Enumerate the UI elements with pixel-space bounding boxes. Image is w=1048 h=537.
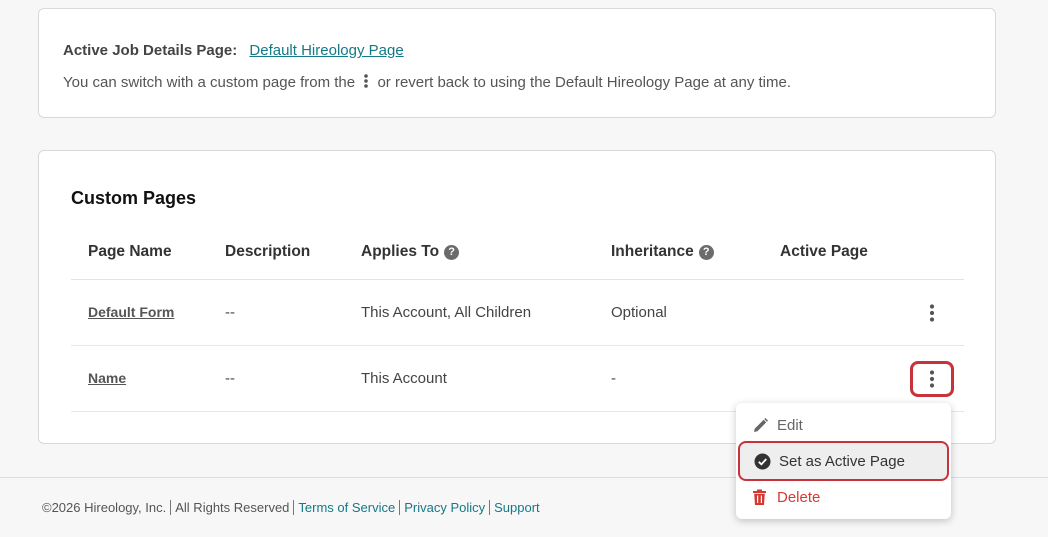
support-link[interactable]: Support bbox=[494, 500, 540, 515]
menu-item-edit[interactable]: Edit bbox=[736, 407, 951, 443]
vertical-ellipsis-icon bbox=[929, 304, 935, 322]
active-page-card: Active Job Details Page: Default Hireolo… bbox=[38, 8, 996, 118]
vertical-ellipsis-icon bbox=[929, 370, 935, 388]
page-name-link[interactable]: Default Form bbox=[88, 304, 174, 320]
hint-text-before: You can switch with a custom page from t… bbox=[63, 74, 356, 91]
applies-to-cell: This Account, All Children bbox=[361, 304, 532, 321]
menu-item-delete[interactable]: Delete bbox=[736, 479, 951, 515]
column-header-active-page: Active Page bbox=[780, 243, 868, 260]
hint-text-after: or revert back to using the Default Hire… bbox=[377, 74, 792, 91]
menu-item-set-active[interactable]: Set as Active Page bbox=[738, 441, 949, 481]
applies-to-cell: This Account bbox=[361, 370, 447, 387]
privacy-link[interactable]: Privacy Policy bbox=[404, 500, 485, 515]
pencil-icon bbox=[752, 417, 769, 434]
custom-pages-card: Custom Pages Page Name Description Appli… bbox=[38, 150, 996, 444]
table-row: Default Form -- This Account, All Childr… bbox=[71, 280, 964, 346]
row-actions-button[interactable] bbox=[910, 361, 954, 397]
terms-link[interactable]: Terms of Service bbox=[298, 500, 395, 515]
section-title: Custom Pages bbox=[71, 188, 197, 208]
description-cell: -- bbox=[225, 304, 235, 321]
active-page-hint: You can switch with a custom page from t… bbox=[63, 73, 791, 93]
vertical-ellipsis-icon bbox=[363, 73, 369, 93]
custom-pages-table: Page Name Description Applies To ? Inher… bbox=[71, 231, 964, 412]
column-header-description: Description bbox=[225, 243, 311, 260]
column-header-page-name: Page Name bbox=[88, 243, 172, 260]
inheritance-cell: Optional bbox=[611, 304, 667, 321]
footer-rights: All Rights Reserved bbox=[175, 500, 290, 515]
active-page-label: Active Job Details Page: bbox=[63, 42, 238, 59]
footer-copyright: ©2026 Hireology, Inc. bbox=[42, 500, 167, 515]
table-header: Page Name Description Applies To ? Inher… bbox=[71, 231, 964, 280]
question-circle-icon[interactable]: ? bbox=[444, 244, 460, 260]
active-page-line: Active Job Details Page: Default Hireolo… bbox=[63, 42, 404, 59]
trash-icon bbox=[752, 489, 769, 506]
column-header-applies-to: Applies To ? bbox=[361, 243, 460, 261]
row-actions-button[interactable] bbox=[910, 295, 954, 331]
footer: ©2026 Hireology, Inc. All Rights Reserved… bbox=[42, 500, 540, 515]
page-name-link[interactable]: Name bbox=[88, 370, 126, 386]
description-cell: -- bbox=[225, 370, 235, 387]
column-header-inheritance: Inheritance ? bbox=[611, 243, 714, 261]
question-circle-icon[interactable]: ? bbox=[698, 244, 714, 260]
inheritance-cell: - bbox=[611, 370, 616, 387]
default-page-link[interactable]: Default Hireology Page bbox=[249, 42, 403, 59]
check-circle-icon bbox=[754, 453, 771, 470]
row-actions-menu: Edit Set as Active Page Delete bbox=[736, 403, 951, 519]
